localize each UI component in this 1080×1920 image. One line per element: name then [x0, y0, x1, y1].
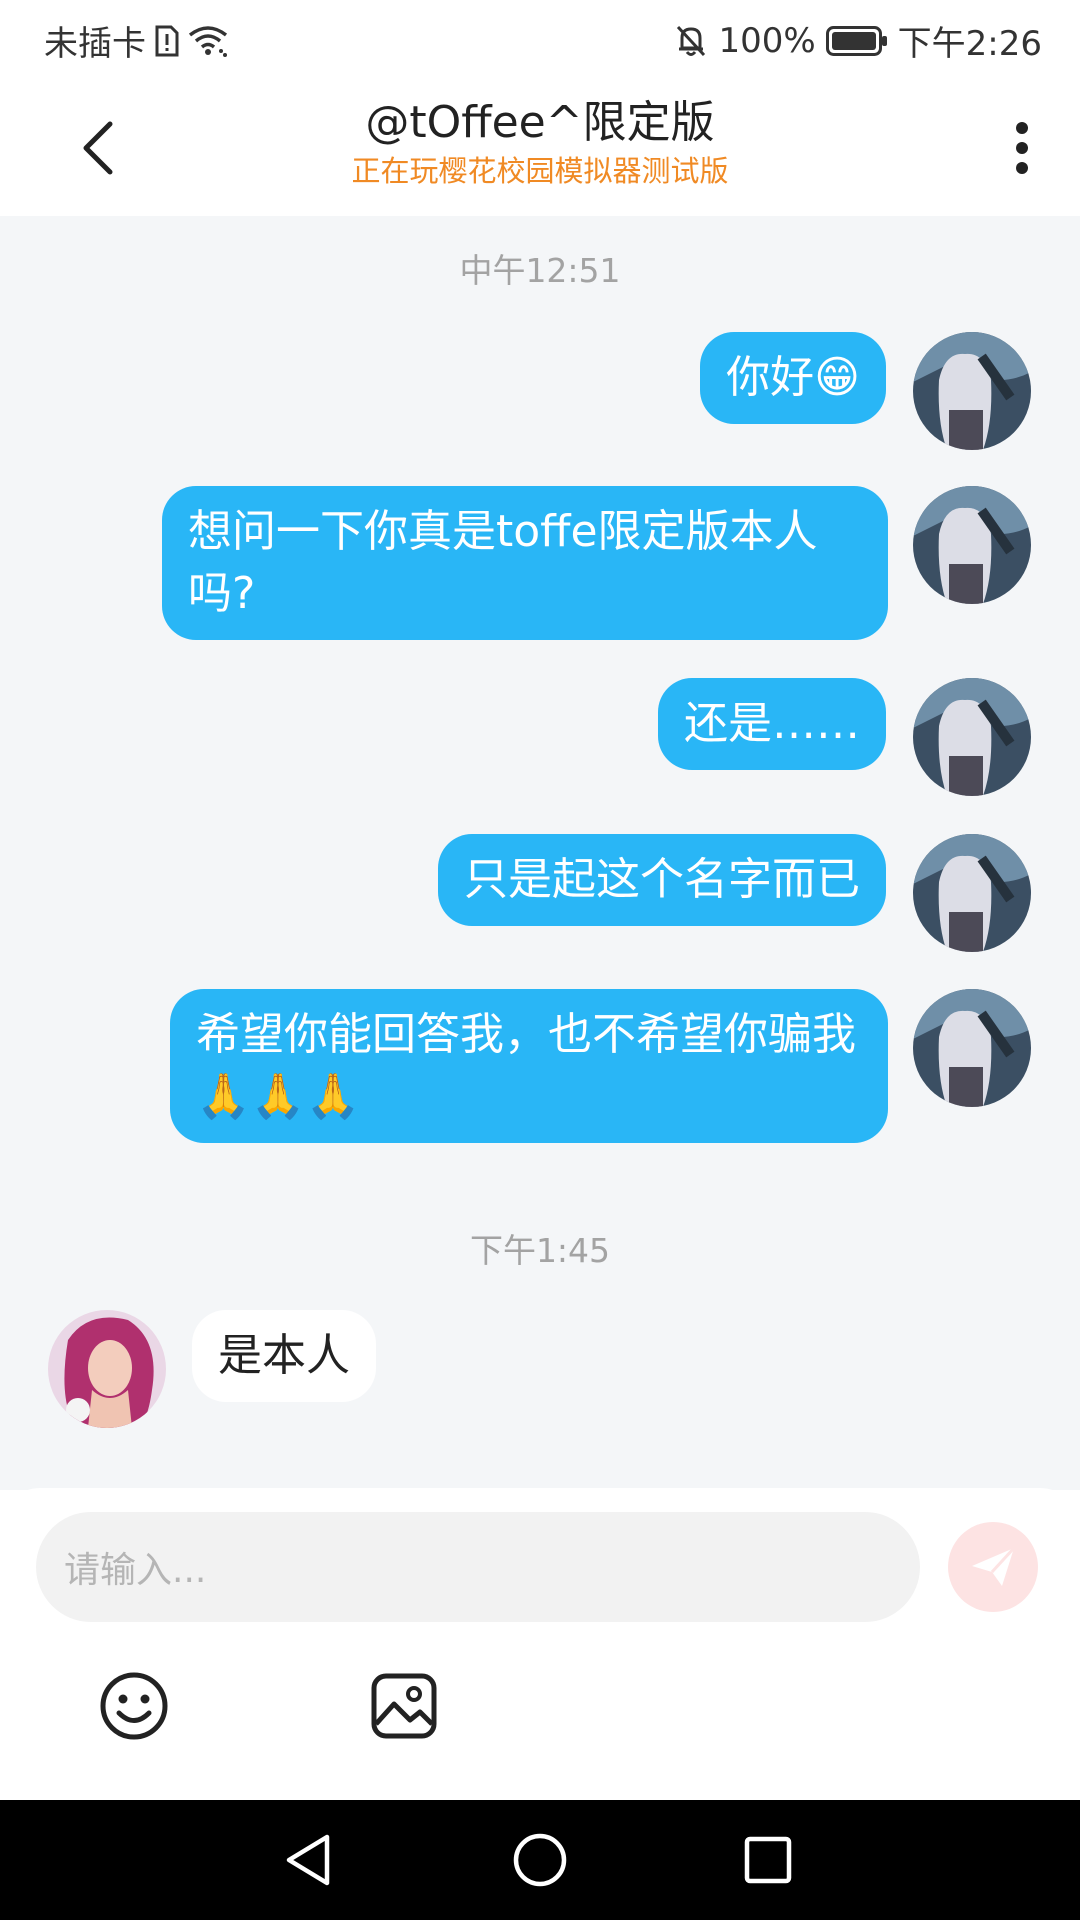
emoji-button[interactable] [96, 1668, 172, 1744]
wifi-icon [188, 25, 228, 57]
nav-recents-icon [744, 1836, 792, 1884]
carrier-label: 未插卡 [44, 24, 146, 64]
avatar-contact[interactable] [48, 1310, 166, 1428]
input-placeholder: 请输入... [64, 1550, 207, 1591]
avatar-self[interactable] [913, 486, 1031, 604]
back-arrow-icon [83, 121, 113, 175]
more-vertical-icon [1016, 122, 1028, 174]
message-bubble-outgoing[interactable]: 只是起这个名字而已 [438, 834, 886, 926]
message-bubble-incoming[interactable]: 是本人 [192, 1310, 376, 1402]
avatar-self[interactable] [913, 678, 1031, 796]
input-panel: 请输入... [0, 1488, 1080, 1800]
status-left: 未插卡 [44, 16, 228, 65]
nav-back-button[interactable] [276, 1828, 340, 1892]
back-button[interactable] [70, 112, 126, 184]
avatar-self[interactable] [913, 989, 1031, 1107]
message-bubble-outgoing[interactable]: 还是…… [658, 678, 886, 770]
chat-area[interactable]: 中午12:51 你好😁 想问一下你真是toffe限定版本人吗? 还是…… 只是起… [0, 216, 1080, 1490]
status-right: 100% 下午2:26 [674, 16, 1042, 65]
message-bubble-outgoing[interactable]: 你好😁 [700, 332, 886, 424]
send-button[interactable] [948, 1522, 1038, 1612]
message-bubble-outgoing[interactable]: 想问一下你真是toffe限定版本人吗? [162, 486, 888, 640]
battery-icon [825, 25, 888, 56]
mute-bell-icon [674, 24, 708, 58]
nav-home-icon [513, 1833, 567, 1887]
navigation-bar [0, 1800, 1080, 1920]
more-options-button[interactable] [994, 112, 1050, 184]
activity-status: 正在玩樱花校园模拟器测试版 [351, 154, 729, 188]
image-button[interactable] [366, 1668, 442, 1744]
send-icon [972, 1546, 1016, 1586]
sim-alert-icon [154, 25, 180, 57]
emoji-icon [100, 1672, 168, 1740]
nav-back-icon [286, 1834, 330, 1886]
avatar-self[interactable] [913, 834, 1031, 952]
image-icon [371, 1673, 437, 1739]
status-bar: 未插卡 100% 下午2:26 [0, 0, 1080, 76]
avatar-self[interactable] [913, 332, 1031, 450]
chat-header: @tOffee^限定版 正在玩樱花校园模拟器测试版 [0, 76, 1080, 216]
message-bubble-outgoing[interactable]: 希望你能回答我，也不希望你骗我🙏🙏🙏 [170, 989, 888, 1143]
clock: 下午2:26 [897, 24, 1042, 64]
nav-home-button[interactable] [508, 1828, 572, 1892]
timestamp: 下午1:45 [469, 1231, 611, 1270]
page-title: @tOffee^限定版 [365, 97, 715, 148]
timestamp: 中午12:51 [459, 251, 621, 290]
message-input[interactable]: 请输入... [36, 1512, 920, 1622]
title-block: @tOffee^限定版 正在玩樱花校园模拟器测试版 [200, 94, 880, 190]
battery-percent: 100% [718, 20, 816, 61]
nav-recents-button[interactable] [736, 1828, 800, 1892]
